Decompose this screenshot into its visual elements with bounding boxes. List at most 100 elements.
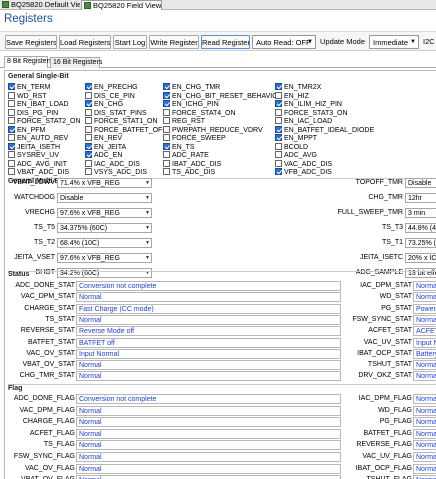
select-adc-sample[interactable]: 13 bit effe — [405, 268, 436, 278]
save-registers-button[interactable]: Save Registers — [5, 35, 57, 49]
tab-default-view[interactable]: BQ25820 Default View✕ — [0, 0, 80, 10]
flag-label-charge-flag: CHARGE_FLAG — [22, 418, 75, 426]
select-vrechg[interactable]: 97.6% x VFB_REG ▼ — [57, 208, 152, 218]
checkbox-box[interactable] — [275, 100, 282, 107]
checkbox-box[interactable] — [8, 159, 15, 167]
status-value-vac-ov-stat: Input Normal — [76, 348, 341, 359]
checkbox-box[interactable] — [275, 83, 282, 90]
checkbox-label: EN_ICHG_PIN — [172, 101, 219, 108]
flag-label-batfet-flag: BATFET_FLAG — [363, 429, 413, 437]
select-ts-t2[interactable]: 68.4% (10C) ▼ — [57, 238, 152, 248]
tab-16-bit-registers[interactable]: 16 Bit Registers — [50, 57, 102, 68]
checkbox-vbat-adc-dis[interactable]: VBAT_ADC_DIS — [8, 168, 69, 177]
checkbox-box[interactable] — [163, 142, 170, 150]
checkbox-box[interactable] — [163, 108, 170, 116]
flag-label-fsw-sync-flag: FSW_SYNC_FLAG — [13, 453, 75, 460]
checkbox-box[interactable] — [8, 100, 15, 107]
checkbox-box[interactable] — [8, 91, 15, 99]
checkbox-box[interactable] — [85, 100, 92, 107]
select-vbat-lowv[interactable]: 71.4% x VFB_REG ▼ — [57, 178, 152, 188]
checkbox-box[interactable] — [163, 151, 170, 158]
checkbox-vfb-adc-dis[interactable]: VFB_ADC_DIS — [275, 168, 332, 177]
select-value: 97.6% x VFB_REG — [60, 255, 120, 262]
checkbox-box[interactable] — [8, 125, 15, 133]
checkbox-box[interactable] — [8, 83, 15, 90]
select-ts-t5[interactable]: 34.375% (60C) ▼ — [57, 223, 152, 233]
checkbox-box[interactable] — [163, 83, 170, 90]
checkbox-box[interactable] — [8, 108, 15, 116]
section-title-status: Status — [8, 271, 30, 278]
checkbox-box[interactable] — [85, 134, 92, 141]
checkbox-box[interactable] — [8, 134, 15, 141]
checkbox-box[interactable] — [85, 117, 92, 124]
status-value-vac-dpm-stat: Normal — [76, 292, 341, 303]
checkbox-box[interactable] — [85, 83, 92, 90]
status-value-chg-tmr-stat: Normal — [76, 371, 341, 382]
checkbox-box[interactable] — [275, 125, 282, 133]
select-jeita-isetc[interactable]: 20% x ICH — [405, 253, 436, 263]
status-value-ts-stat: Normal — [76, 314, 341, 325]
checkbox-label: FORCE_STAT3_ON — [284, 109, 348, 117]
checkbox-box[interactable] — [8, 117, 15, 124]
checkbox-box[interactable] — [8, 151, 15, 158]
select-value: 44.8% (45 — [408, 225, 436, 232]
checkbox-box[interactable] — [275, 142, 282, 150]
checkbox-box[interactable] — [163, 100, 170, 107]
checkbox-box[interactable] — [163, 125, 170, 133]
checkbox-box[interactable] — [275, 108, 282, 116]
status-value-drv-okz-stat: Normal — [413, 371, 436, 382]
update-mode-select[interactable]: Immediate ▼ — [369, 35, 419, 49]
checkbox-box[interactable] — [163, 91, 170, 99]
checkbox-label: EN_TS — [172, 143, 195, 151]
read-register-button[interactable]: Read Register — [201, 35, 250, 49]
checkbox-label: EN_CHG_BIT_RESET_BEHAVIOR — [172, 92, 283, 100]
checkbox-box[interactable] — [275, 151, 282, 158]
select-topoff-tmr[interactable]: Disable — [405, 178, 436, 188]
checkbox-box[interactable] — [275, 159, 282, 167]
i2c-label: I2C — [423, 37, 435, 46]
field-label-jeita-vset: JEITA_VSET — [14, 254, 55, 261]
select-value: 20% x ICH — [408, 255, 436, 262]
checkbox-box[interactable] — [275, 117, 282, 124]
checkbox-box[interactable] — [85, 125, 92, 133]
checkbox-box[interactable] — [275, 168, 282, 175]
checkbox-box[interactable] — [8, 142, 15, 150]
checkbox-box[interactable] — [85, 142, 92, 150]
checkbox-box[interactable] — [163, 134, 170, 141]
checkbox-vsys-adc-dis[interactable]: VSYS_ADC_DIS — [85, 168, 147, 177]
checkbox-box[interactable] — [275, 91, 282, 99]
checkbox-box[interactable] — [275, 134, 282, 141]
select-ts-t1[interactable]: 73.25% ( — [405, 238, 436, 248]
checkbox-box[interactable] — [8, 168, 15, 175]
status-value-pg-stat: Power G — [413, 303, 436, 314]
tab-8-bit-registers[interactable]: 8 Bit Registers — [4, 56, 53, 68]
register-panel: General Single-Bit EN_TERM WD_RST EN_IBAT_… — [4, 70, 436, 479]
checkbox-ts-adc-dis[interactable]: TS_ADC_DIS — [163, 168, 215, 177]
checkbox-box[interactable] — [85, 91, 92, 99]
load-registers-button[interactable]: Load Registers — [59, 35, 111, 49]
auto-read-select[interactable]: Auto Read: OFF ▼ — [252, 35, 316, 49]
select-full-sweep-tmr[interactable]: 3 min — [405, 208, 436, 218]
status-label-reverse-stat: REVERSE_STAT — [20, 327, 75, 335]
checkbox-box[interactable] — [163, 168, 170, 175]
write-register-button[interactable]: Write Register — [149, 35, 199, 49]
checkbox-box[interactable] — [85, 159, 92, 167]
tab-field-view[interactable]: BQ25820 Field View✕ — [81, 0, 162, 10]
select-watchdog[interactable]: Disable ▼ — [57, 193, 152, 203]
status-label-ts-stat: TS_STAT — [45, 315, 75, 323]
flag-label-iac-dpm-flag: IAC_DPM_FLAG — [358, 395, 412, 402]
checkbox-box[interactable] — [163, 159, 170, 167]
start-log-button[interactable]: Start Log — [113, 35, 147, 49]
section-title-general-single-bit: General Single-Bit — [8, 73, 69, 80]
checkbox-box[interactable] — [85, 151, 92, 158]
select-ts-t3[interactable]: 44.8% (45 — [405, 223, 436, 233]
status-value-acfet-stat: ACFET — [413, 326, 436, 337]
checkbox-box[interactable] — [85, 168, 92, 175]
select-value: 12hr — [408, 195, 423, 202]
checkbox-box[interactable] — [163, 117, 170, 124]
select-bhot[interactable]: 34.2% (60C) ▼ — [57, 268, 152, 278]
select-chg-tmr[interactable]: 12hr — [405, 193, 436, 203]
checkbox-box[interactable] — [85, 108, 92, 116]
select-jeita-vset[interactable]: 97.6% x VFB_REG ▼ — [57, 253, 152, 263]
checkbox-label: ADC_AVG — [284, 152, 317, 159]
